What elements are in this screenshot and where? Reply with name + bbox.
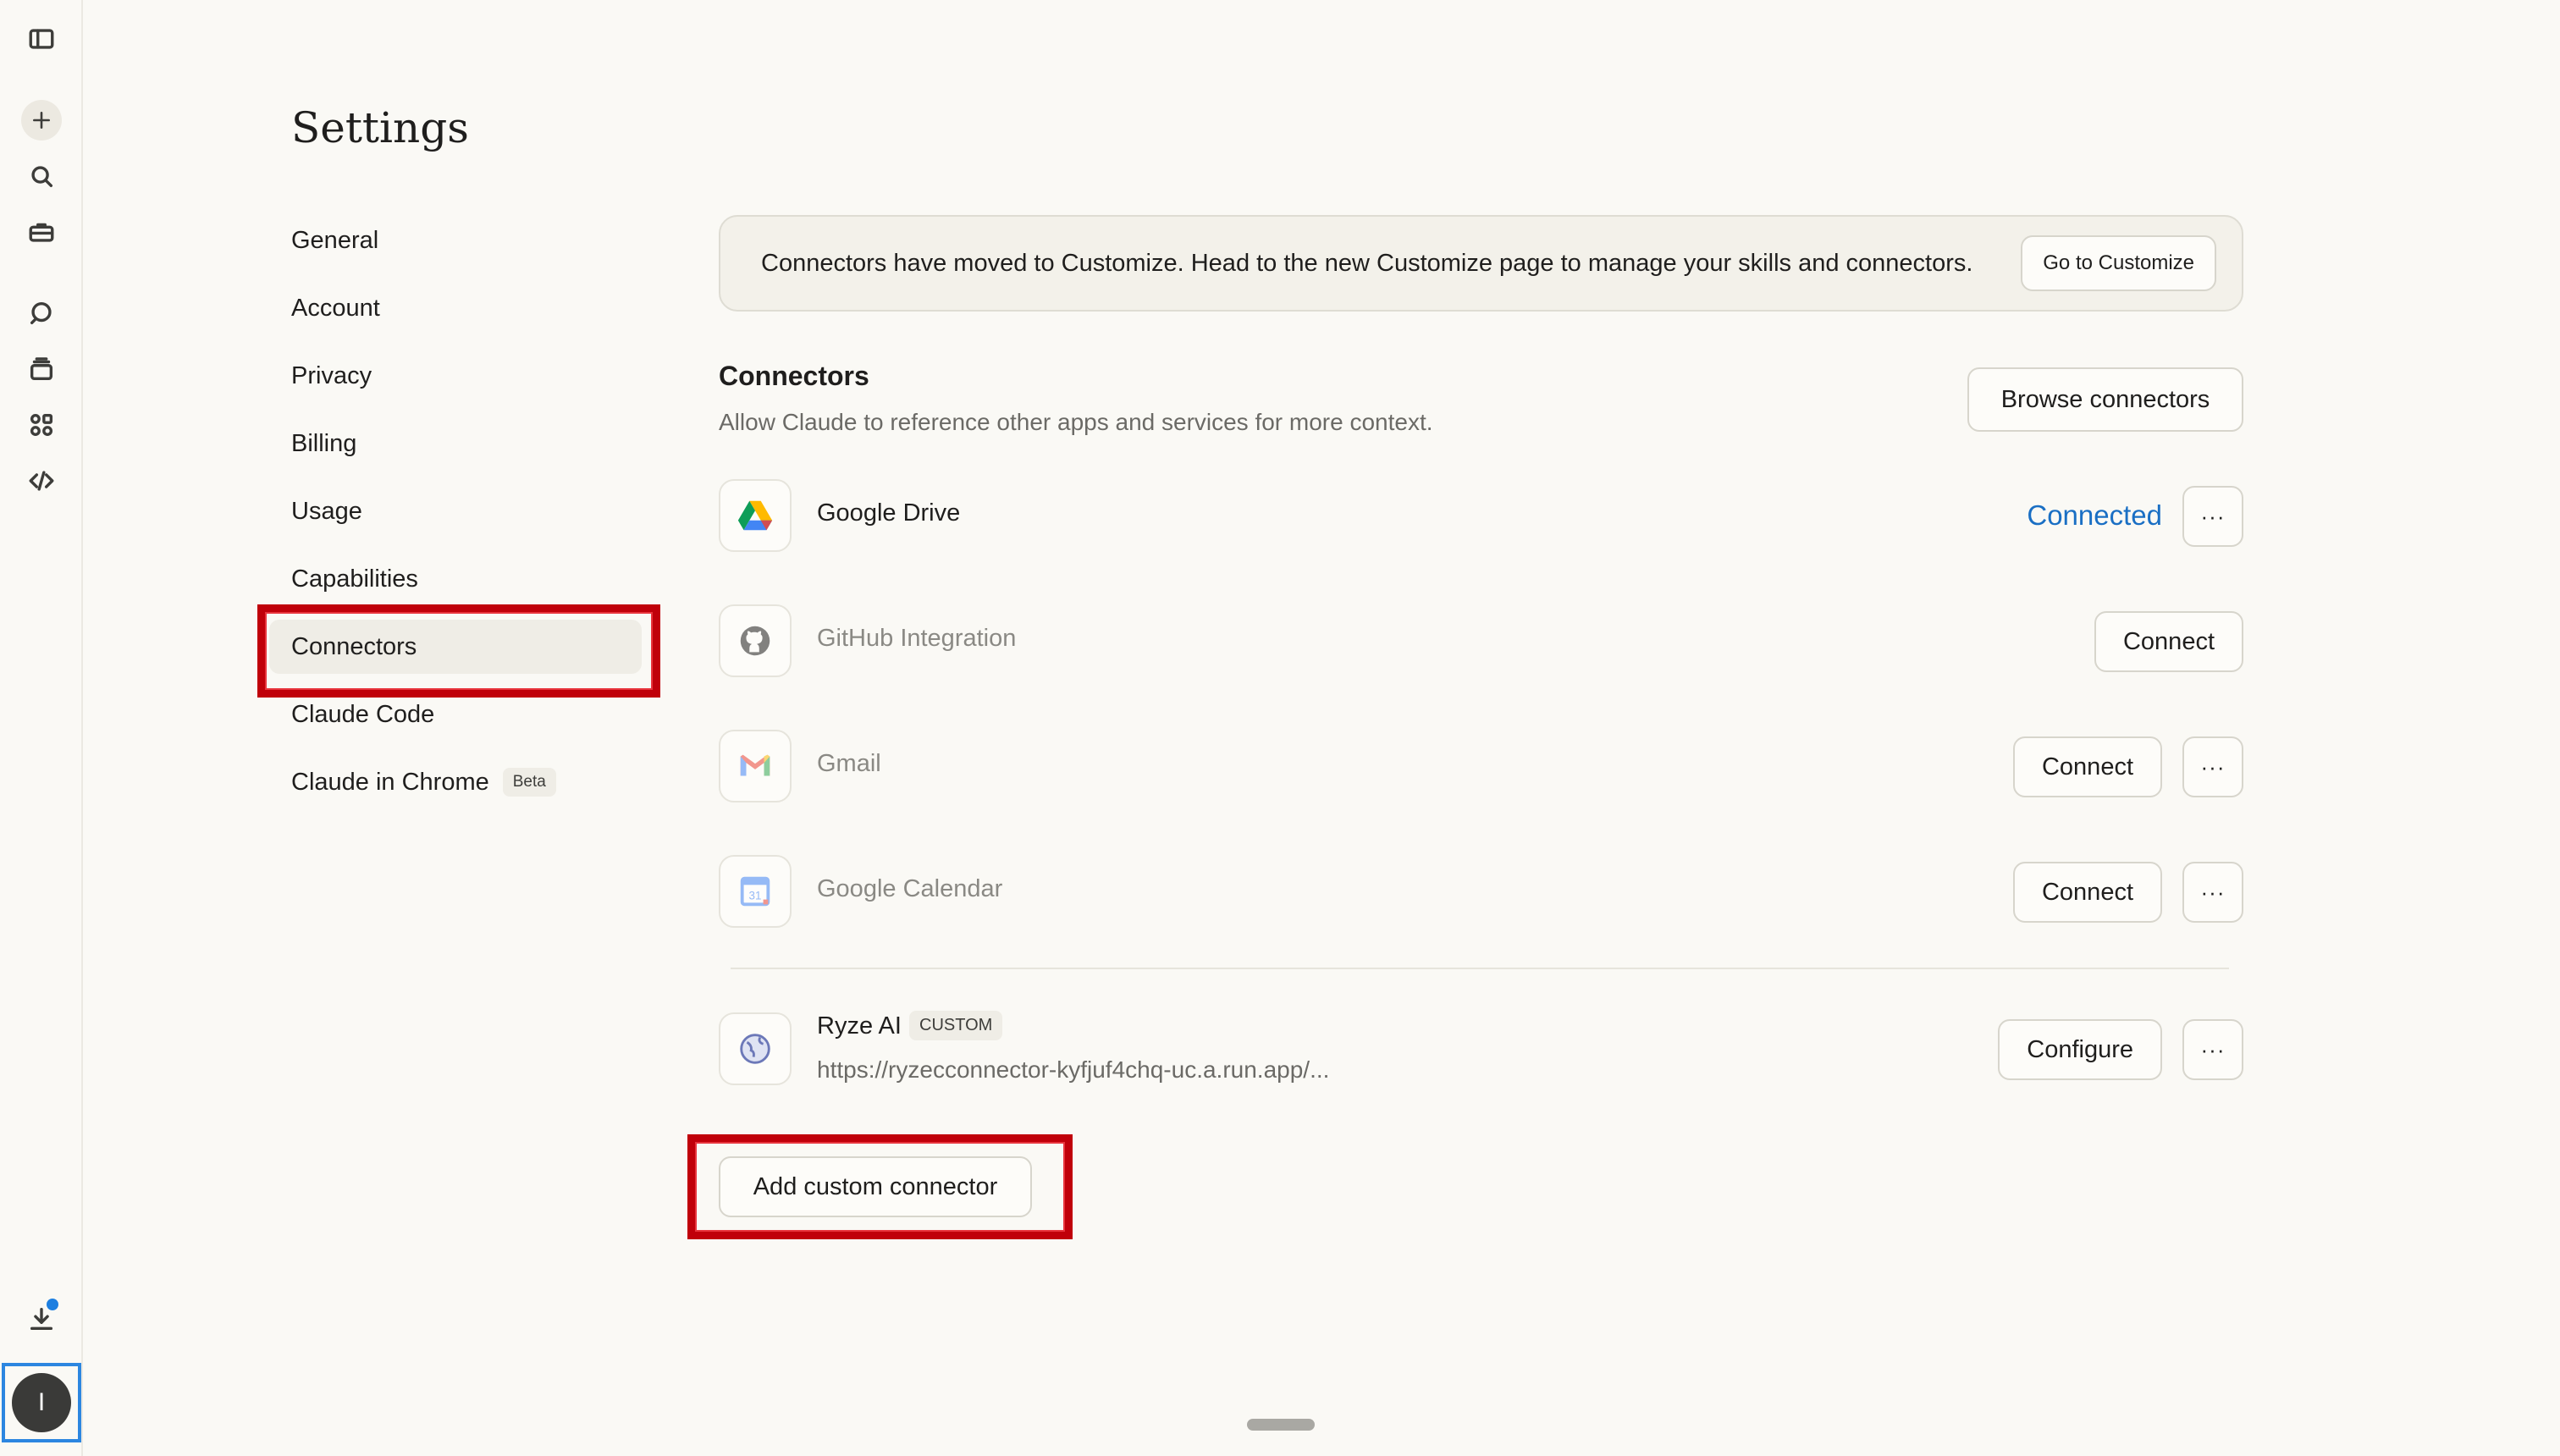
nav-item-account[interactable]: Account xyxy=(269,281,642,335)
connector-name: Google Calendar xyxy=(817,875,1003,902)
connector-row-gmail: Gmail Connect ··· xyxy=(719,730,2243,806)
connector-row-google-drive: Google Drive Connected ··· xyxy=(719,479,2243,555)
nav-item-claude-code[interactable]: Claude Code xyxy=(269,687,642,742)
sidebar-toggle-icon[interactable] xyxy=(21,19,62,59)
connect-button[interactable]: Connect xyxy=(2012,736,2162,797)
google-drive-icon xyxy=(719,479,792,552)
gmail-icon xyxy=(719,730,792,802)
section-title: Connectors xyxy=(719,361,869,391)
section-subtitle: Allow Claude to reference other apps and… xyxy=(719,409,1433,435)
github-icon xyxy=(719,604,792,677)
new-chat-button[interactable] xyxy=(21,100,62,141)
connect-button[interactable]: Connect xyxy=(2012,862,2162,923)
nav-item-label: Privacy xyxy=(291,361,372,389)
connector-name: GitHub Integration xyxy=(817,625,1017,652)
notification-dot xyxy=(47,1299,58,1310)
nav-item-general[interactable]: General xyxy=(269,213,642,267)
connect-button[interactable]: Connect xyxy=(2094,611,2243,672)
browse-connectors-button[interactable]: Browse connectors xyxy=(1967,367,2243,432)
nav-item-label: Capabilities xyxy=(291,565,418,593)
page-title: Settings xyxy=(291,103,469,152)
connected-status-link[interactable]: Connected xyxy=(2027,499,2162,532)
connector-row-google-calendar: 31 Google Calendar Connect ··· xyxy=(719,855,2243,931)
code-icon[interactable] xyxy=(21,461,62,501)
projects-icon[interactable] xyxy=(21,349,62,389)
nav-item-billing[interactable]: Billing xyxy=(269,416,642,471)
connector-row-github: GitHub Integration Connect xyxy=(719,604,2243,681)
nav-item-label: Claude Code xyxy=(291,700,435,728)
more-options-button[interactable]: ··· xyxy=(2182,736,2243,797)
beta-badge: Beta xyxy=(502,768,556,797)
nav-item-usage[interactable]: Usage xyxy=(269,484,642,538)
custom-badge: CUSTOM xyxy=(909,1011,1003,1040)
more-options-button[interactable]: ··· xyxy=(2182,486,2243,547)
nav-item-label: Account xyxy=(291,294,380,322)
settings-nav: General Account Privacy Billing Usage Ca… xyxy=(269,213,642,823)
nav-item-label: General xyxy=(291,226,379,254)
nav-item-label: Claude in Chrome xyxy=(291,768,489,796)
nav-item-label: Billing xyxy=(291,429,357,457)
user-menu-button[interactable]: I xyxy=(2,1363,81,1442)
svg-text:31: 31 xyxy=(749,890,762,902)
connector-url: https://ryzecconnector-kyfjuf4chq-uc.a.r… xyxy=(817,1056,1330,1083)
banner-text: Connectors have moved to Customize. Head… xyxy=(761,249,1973,277)
more-options-button[interactable]: ··· xyxy=(2182,1019,2243,1080)
scroll-handle[interactable] xyxy=(1247,1419,1315,1431)
nav-item-capabilities[interactable]: Capabilities xyxy=(269,552,642,606)
nav-item-label: Connectors xyxy=(291,632,417,660)
nav-item-label: Usage xyxy=(291,497,362,525)
configure-button[interactable]: Configure xyxy=(1998,1019,2162,1080)
go-to-customize-button[interactable]: Go to Customize xyxy=(2021,235,2216,291)
globe-icon xyxy=(719,1012,792,1085)
avatar: I xyxy=(12,1373,71,1432)
connector-name: Gmail xyxy=(817,750,881,777)
divider xyxy=(731,968,2229,969)
connector-name: Google Drive xyxy=(817,499,961,527)
nav-item-privacy[interactable]: Privacy xyxy=(269,349,642,403)
chats-icon[interactable] xyxy=(21,293,62,334)
nav-item-claude-in-chrome[interactable]: Claude in Chrome Beta xyxy=(269,755,642,809)
google-calendar-icon: 31 xyxy=(719,855,792,928)
artifacts-icon[interactable] xyxy=(21,405,62,445)
more-options-button[interactable]: ··· xyxy=(2182,862,2243,923)
search-icon[interactable] xyxy=(21,156,62,196)
nav-item-connectors[interactable]: Connectors xyxy=(269,620,642,674)
download-icon[interactable] xyxy=(21,1299,62,1339)
connector-name: Ryze AI xyxy=(817,1012,902,1040)
customize-banner: Connectors have moved to Customize. Head… xyxy=(719,215,2243,312)
app-rail: I xyxy=(0,0,83,1456)
add-custom-connector-button[interactable]: Add custom connector xyxy=(719,1156,1032,1217)
toolbox-icon[interactable] xyxy=(21,212,62,252)
